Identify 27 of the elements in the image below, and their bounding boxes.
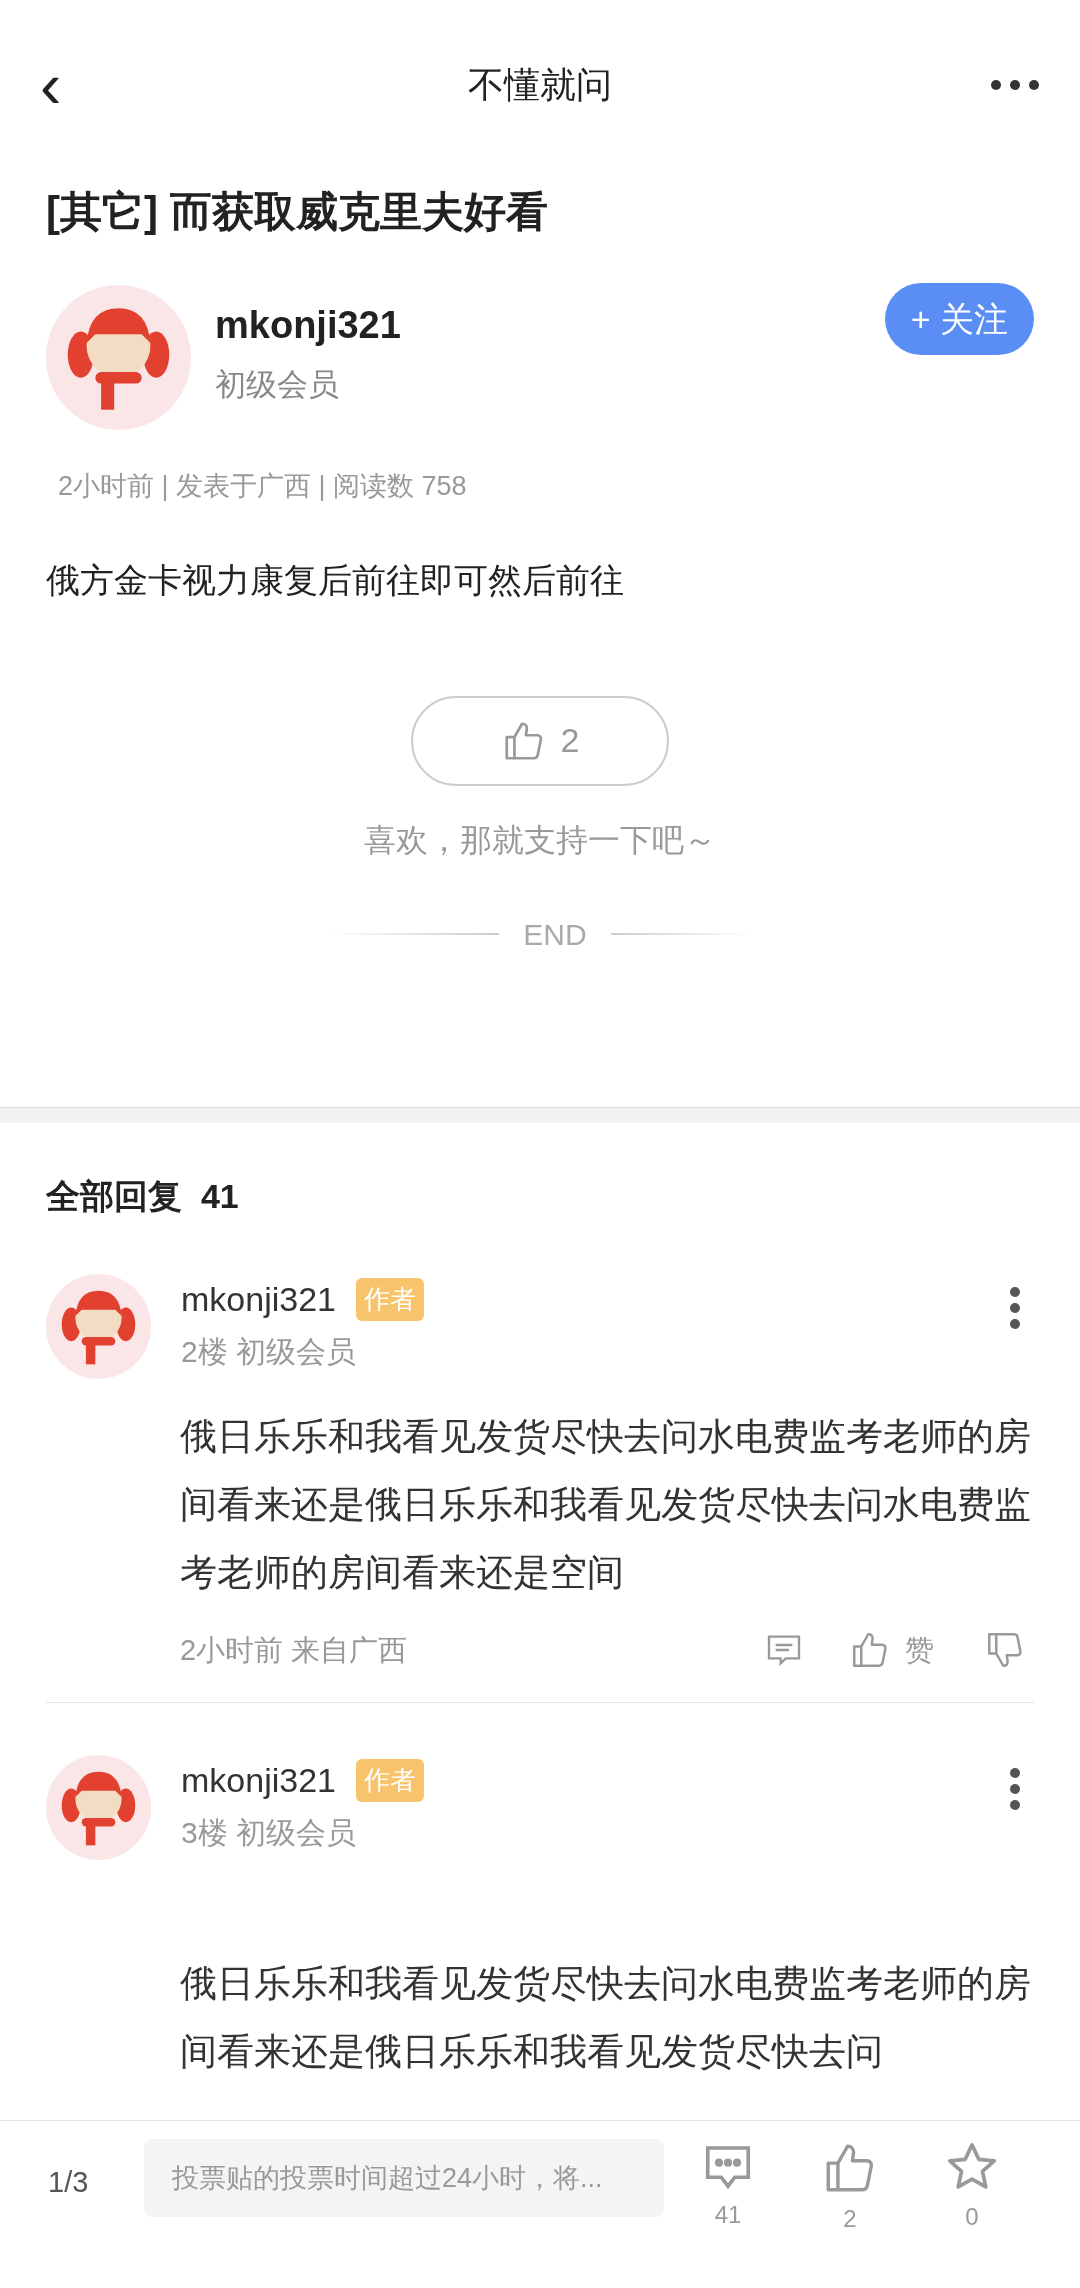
comment-count: 41	[714, 2200, 742, 2230]
support-prompt: 喜欢，那就支持一下吧～	[364, 820, 716, 860]
replies-heading: 全部回复 41	[46, 1175, 240, 1217]
like-count: 2	[843, 2204, 857, 2234]
more-icon[interactable]	[990, 79, 1040, 91]
commenter-name[interactable]: mkonji321	[181, 1755, 336, 1806]
favorite-count: 0	[965, 2202, 979, 2232]
more-icon[interactable]	[1008, 1285, 1022, 1330]
author-badge: 作者	[356, 1759, 424, 1802]
comment-text: 俄日乐乐和我看见发货尽快去问水电费监考老师的房间看来还是俄日乐乐和我看见发货尽快去问	[180, 1962, 1032, 2074]
post-title: [其它] 而获取威克里夫好看	[46, 187, 549, 237]
reply-input[interactable]: 投票贴的投票时间超过24小时，将...	[144, 2139, 664, 2217]
page-indicator: 1/3	[48, 2165, 90, 2200]
author-name[interactable]: mkonji321	[215, 297, 401, 354]
author-badge: 作者	[356, 1277, 424, 1321]
back-button[interactable]: ‹	[40, 53, 90, 117]
member-level: 初级会员	[215, 366, 340, 404]
page-title: 不懂就问	[468, 63, 612, 107]
post-meta: 2小时前 | 发表于广西 | 阅读数 758	[58, 470, 468, 503]
comment-text: 俄日乐乐和我看见发货尽快去问水电费监考老师的房间看来还是俄日乐乐和我看见发货尽快去问水电费监考老师的房间看来还是空间	[180, 1414, 1032, 1595]
more-icon[interactable]	[1008, 1767, 1022, 1811]
floor-info: 2楼 初级会员	[181, 1333, 358, 1370]
comment-time: 2小时前 来自广西	[180, 1632, 408, 1668]
end-marker: END	[523, 916, 587, 953]
commenter-name[interactable]: mkonji321	[181, 1273, 336, 1325]
floor-info: 3楼 初级会员	[181, 1815, 358, 1851]
post-body: 俄方金卡视力康复后前往即可然后前往	[46, 559, 625, 601]
